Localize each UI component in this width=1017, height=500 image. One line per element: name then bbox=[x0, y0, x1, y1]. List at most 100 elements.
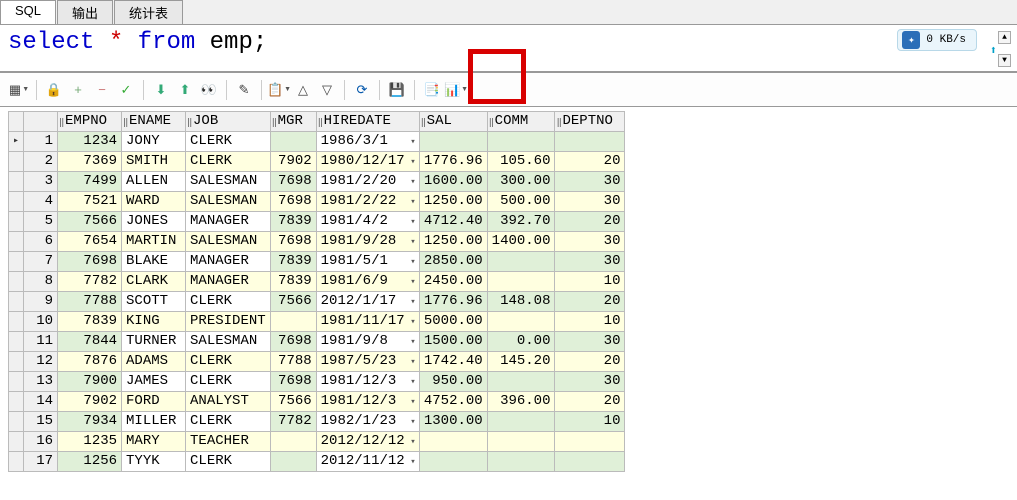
cell-ename[interactable]: MILLER bbox=[122, 412, 186, 432]
cell-sal[interactable]: 1500.00 bbox=[419, 332, 487, 352]
table-row[interactable]: 87782CLARKMANAGER78391981/6/92450.0010 bbox=[9, 272, 625, 292]
cell-ename[interactable]: ALLEN bbox=[122, 172, 186, 192]
cell-ename[interactable]: SCOTT bbox=[122, 292, 186, 312]
cell-mgr[interactable]: 7839 bbox=[270, 252, 316, 272]
cell-deptno[interactable]: 20 bbox=[555, 212, 625, 232]
cell-empno[interactable]: 7844 bbox=[58, 332, 122, 352]
table-row[interactable]: 171256TYYKCLERK2012/11/12 bbox=[9, 452, 625, 472]
cell-sal[interactable]: 4712.40 bbox=[419, 212, 487, 232]
cell-comm[interactable]: 392.70 bbox=[487, 212, 555, 232]
cell-hiredate[interactable]: 1981/11/17 bbox=[316, 312, 419, 332]
scroll-up-icon[interactable]: ▲ bbox=[998, 31, 1011, 44]
col-hiredate[interactable]: ‖HIREDATE bbox=[316, 112, 419, 132]
cell-deptno[interactable]: 20 bbox=[555, 152, 625, 172]
cell-deptno[interactable]: 10 bbox=[555, 412, 625, 432]
cell-comm[interactable]: 500.00 bbox=[487, 192, 555, 212]
tab-stats[interactable]: 统计表 bbox=[114, 0, 183, 24]
cell-mgr[interactable] bbox=[270, 432, 316, 452]
cell-ename[interactable]: KING bbox=[122, 312, 186, 332]
cell-empno[interactable]: 7654 bbox=[58, 232, 122, 252]
cell-hiredate[interactable]: 1981/6/9 bbox=[316, 272, 419, 292]
tab-sql[interactable]: SQL bbox=[0, 0, 56, 24]
cell-mgr[interactable]: 7698 bbox=[270, 372, 316, 392]
cell-deptno[interactable]: 30 bbox=[555, 172, 625, 192]
cell-ename[interactable]: JONY bbox=[122, 132, 186, 152]
sort-asc-icon[interactable]: △ bbox=[292, 79, 314, 101]
cell-deptno[interactable]: 10 bbox=[555, 272, 625, 292]
cell-deptno[interactable]: 20 bbox=[555, 392, 625, 412]
col-job[interactable]: ‖JOB bbox=[186, 112, 271, 132]
cell-sal[interactable]: 2850.00 bbox=[419, 252, 487, 272]
copy-icon[interactable]: 📋▼ bbox=[268, 79, 290, 101]
cell-sal[interactable]: 4752.00 bbox=[419, 392, 487, 412]
cell-empno[interactable]: 7876 bbox=[58, 352, 122, 372]
cell-job[interactable]: CLERK bbox=[186, 452, 271, 472]
table-row[interactable]: 67654MARTINSALESMAN76981981/9/281250.001… bbox=[9, 232, 625, 252]
cell-job[interactable]: MANAGER bbox=[186, 272, 271, 292]
cell-comm[interactable] bbox=[487, 312, 555, 332]
cell-mgr[interactable]: 7698 bbox=[270, 172, 316, 192]
cell-ename[interactable]: TYYK bbox=[122, 452, 186, 472]
col-empno[interactable]: ‖EMPNO bbox=[58, 112, 122, 132]
cell-sal[interactable]: 1300.00 bbox=[419, 412, 487, 432]
cell-job[interactable]: CLERK bbox=[186, 292, 271, 312]
cell-ename[interactable]: MARY bbox=[122, 432, 186, 452]
cell-hiredate[interactable]: 1981/12/3 bbox=[316, 392, 419, 412]
cell-deptno[interactable]: 30 bbox=[555, 332, 625, 352]
cell-empno[interactable]: 7369 bbox=[58, 152, 122, 172]
fetch-down-icon[interactable]: ⬇ bbox=[150, 79, 172, 101]
cell-ename[interactable]: SMITH bbox=[122, 152, 186, 172]
cell-comm[interactable] bbox=[487, 432, 555, 452]
cell-sal[interactable]: 1742.40 bbox=[419, 352, 487, 372]
cell-deptno[interactable]: 30 bbox=[555, 372, 625, 392]
cell-job[interactable]: CLERK bbox=[186, 352, 271, 372]
cell-comm[interactable]: 300.00 bbox=[487, 172, 555, 192]
cell-ename[interactable]: JONES bbox=[122, 212, 186, 232]
cell-mgr[interactable] bbox=[270, 312, 316, 332]
col-comm[interactable]: ‖COMM bbox=[487, 112, 555, 132]
table-row[interactable]: 77698BLAKEMANAGER78391981/5/12850.0030 bbox=[9, 252, 625, 272]
cell-job[interactable]: TEACHER bbox=[186, 432, 271, 452]
table-row[interactable]: 147902FORDANALYST75661981/12/34752.00396… bbox=[9, 392, 625, 412]
cell-empno[interactable]: 7839 bbox=[58, 312, 122, 332]
cell-job[interactable]: ANALYST bbox=[186, 392, 271, 412]
cell-empno[interactable]: 1235 bbox=[58, 432, 122, 452]
table-row[interactable]: 137900JAMESCLERK76981981/12/3950.0030 bbox=[9, 372, 625, 392]
tab-output[interactable]: 输出 bbox=[57, 0, 113, 24]
commit-icon[interactable]: ✓ bbox=[115, 79, 137, 101]
cell-sal[interactable] bbox=[419, 432, 487, 452]
save-icon[interactable]: 💾 bbox=[386, 79, 408, 101]
cell-ename[interactable]: BLAKE bbox=[122, 252, 186, 272]
cell-mgr[interactable]: 7902 bbox=[270, 152, 316, 172]
cell-ename[interactable]: CLARK bbox=[122, 272, 186, 292]
cell-hiredate[interactable]: 1982/1/23 bbox=[316, 412, 419, 432]
table-row[interactable]: 117844TURNERSALESMAN76981981/9/81500.000… bbox=[9, 332, 625, 352]
cell-ename[interactable]: TURNER bbox=[122, 332, 186, 352]
cell-comm[interactable] bbox=[487, 132, 555, 152]
table-row[interactable]: 161235MARYTEACHER2012/12/12 bbox=[9, 432, 625, 452]
col-mgr[interactable]: ‖MGR bbox=[270, 112, 316, 132]
find-icon[interactable]: 👀 bbox=[198, 79, 220, 101]
cell-empno[interactable]: 7788 bbox=[58, 292, 122, 312]
cell-comm[interactable]: 1400.00 bbox=[487, 232, 555, 252]
cell-ename[interactable]: FORD bbox=[122, 392, 186, 412]
chart-icon[interactable]: 📊▼ bbox=[445, 79, 467, 101]
cell-comm[interactable]: 105.60 bbox=[487, 152, 555, 172]
table-row[interactable]: 27369SMITHCLERK79021980/12/171776.96105.… bbox=[9, 152, 625, 172]
cell-deptno[interactable]: 30 bbox=[555, 252, 625, 272]
cell-comm[interactable] bbox=[487, 452, 555, 472]
cell-ename[interactable]: MARTIN bbox=[122, 232, 186, 252]
cell-comm[interactable]: 0.00 bbox=[487, 332, 555, 352]
cell-sal[interactable]: 1250.00 bbox=[419, 232, 487, 252]
cell-mgr[interactable]: 7788 bbox=[270, 352, 316, 372]
cell-job[interactable]: MANAGER bbox=[186, 252, 271, 272]
cell-sal[interactable]: 5000.00 bbox=[419, 312, 487, 332]
cell-job[interactable]: SALESMAN bbox=[186, 172, 271, 192]
cell-mgr[interactable]: 7566 bbox=[270, 392, 316, 412]
cell-mgr[interactable]: 7566 bbox=[270, 292, 316, 312]
delete-row-icon[interactable]: − bbox=[91, 79, 113, 101]
sql-editor[interactable]: select * from emp; ✦ 0 KB/s ▲ ▼ ⬆ ⬇ bbox=[0, 25, 1017, 73]
cell-hiredate[interactable]: 2012/12/12 bbox=[316, 432, 419, 452]
cell-empno[interactable]: 7499 bbox=[58, 172, 122, 192]
cell-job[interactable]: MANAGER bbox=[186, 212, 271, 232]
